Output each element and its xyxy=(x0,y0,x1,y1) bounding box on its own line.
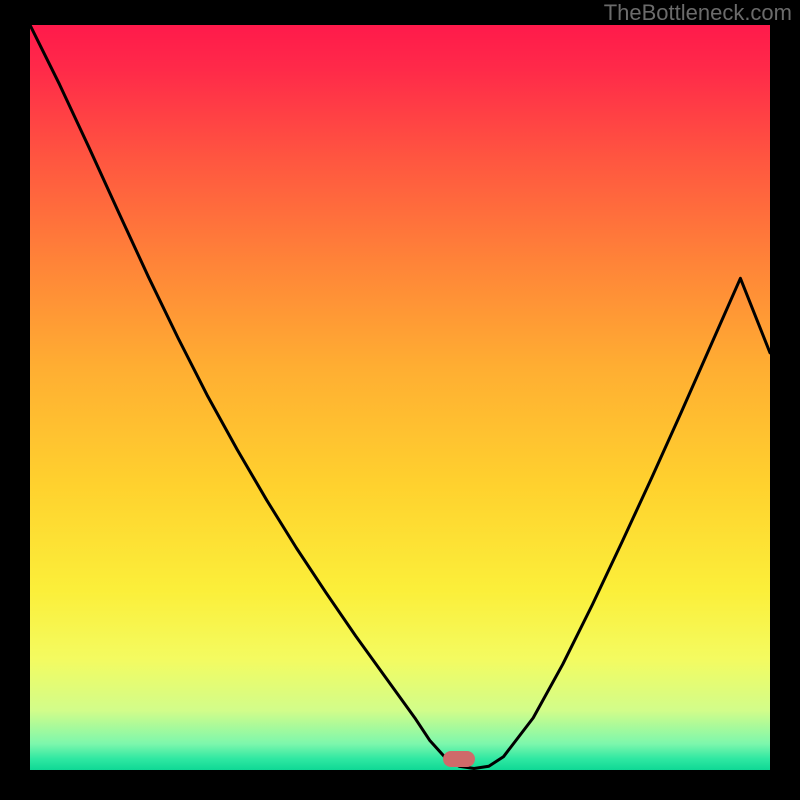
watermark-text: TheBottleneck.com xyxy=(604,0,792,26)
chart-container: TheBottleneck.com xyxy=(0,0,800,800)
chart-background xyxy=(30,25,770,770)
optimum-marker xyxy=(443,751,475,767)
chart-plot xyxy=(30,25,770,770)
